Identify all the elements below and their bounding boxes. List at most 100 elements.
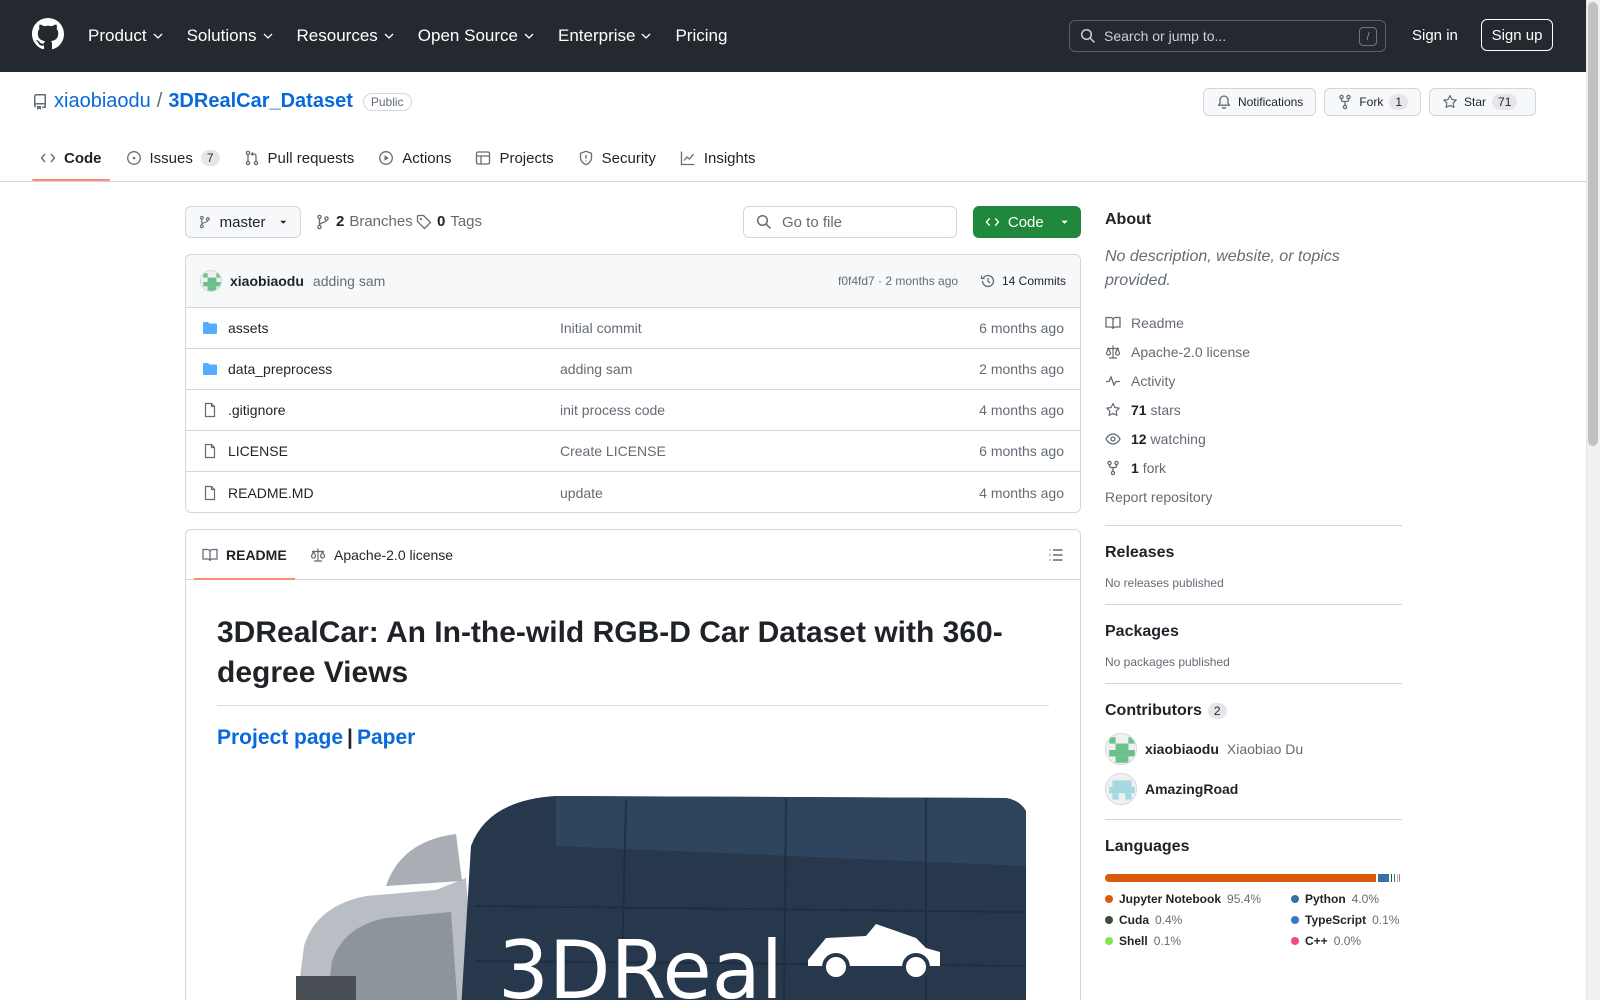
language-percent: 95.4%: [1227, 892, 1262, 906]
nav-enterprise[interactable]: Enterprise: [558, 26, 652, 46]
scrollbar-thumb[interactable]: [1588, 2, 1598, 446]
contributor-item[interactable]: xiaobiaodu Xiaobiao Du: [1105, 733, 1402, 765]
tabs-divider: [0, 181, 1586, 182]
avatar[interactable]: [1105, 773, 1137, 805]
tab-insights[interactable]: Insights: [672, 141, 764, 175]
file-name[interactable]: README.MD: [228, 485, 314, 501]
tags-count: 0: [437, 213, 446, 230]
divider: [1105, 525, 1402, 526]
commit-message[interactable]: adding sam: [313, 273, 385, 289]
nav-resources[interactable]: Resources: [297, 26, 395, 46]
sidebar-item-forks[interactable]: 1 fork: [1105, 453, 1402, 482]
packages-heading[interactable]: Packages: [1105, 623, 1402, 641]
nav-label: Pricing: [675, 26, 728, 45]
tab-code[interactable]: Code: [32, 141, 110, 181]
notifications-button[interactable]: Notifications: [1202, 88, 1317, 116]
search-placeholder: Search or jump to...: [1104, 28, 1227, 44]
tags-link[interactable]: 0 Tags: [416, 213, 482, 230]
fork-button[interactable]: Fork 1: [1324, 88, 1421, 116]
code-dropdown-button[interactable]: Code: [973, 206, 1081, 238]
file-commit-message[interactable]: init process code: [560, 402, 665, 418]
language-percent: 0.4%: [1155, 913, 1183, 927]
commit-hash-time[interactable]: f0f4fd7 · 2 months ago: [838, 274, 958, 288]
star-icon: [1443, 94, 1457, 108]
language-bar-segment: [1105, 874, 1376, 882]
language-item[interactable]: Shell 0.1%: [1105, 934, 1291, 948]
file-commit-message[interactable]: adding sam: [560, 361, 632, 377]
branch-name: master: [219, 213, 266, 231]
law-icon: [1105, 345, 1121, 359]
contributor-item[interactable]: AmazingRoad: [1105, 773, 1402, 805]
file-commit-message[interactable]: Initial commit: [560, 320, 642, 336]
contributor-name: Xiaobiao Du: [1226, 741, 1304, 757]
contributors-heading[interactable]: Contributors 2: [1105, 702, 1402, 720]
code-icon: [985, 217, 1000, 227]
list-outline-icon[interactable]: [1048, 547, 1064, 563]
nav-product[interactable]: Product: [88, 26, 164, 46]
star-button[interactable]: Star 71: [1429, 88, 1536, 116]
file-name[interactable]: .gitignore: [228, 402, 286, 418]
tab-projects[interactable]: Projects: [467, 141, 561, 175]
file-name[interactable]: assets: [228, 320, 268, 336]
language-item[interactable]: Python 4.0%: [1291, 892, 1401, 906]
tab-readme[interactable]: README: [194, 530, 295, 580]
nav-open-source[interactable]: Open Source: [418, 26, 535, 46]
releases-empty: No releases published: [1105, 576, 1224, 590]
avatar[interactable]: [1105, 733, 1137, 765]
releases-heading[interactable]: Releases: [1105, 544, 1402, 562]
paper-link[interactable]: Paper: [357, 726, 415, 749]
report-repository-link[interactable]: Report repository: [1105, 482, 1402, 511]
code-button-label: Code: [1007, 213, 1044, 231]
language-name: C++: [1305, 934, 1328, 948]
file-row[interactable]: README.MD update 4 months ago: [186, 472, 1080, 512]
sign-in-link[interactable]: Sign in: [1412, 27, 1458, 44]
readme-hero-image: 3DReal: [226, 786, 1026, 1000]
language-item[interactable]: Cuda 0.4%: [1105, 913, 1291, 927]
project-page-link[interactable]: Project page: [217, 726, 343, 749]
sidebar-item-license[interactable]: Apache-2.0 license: [1105, 337, 1402, 366]
file-row[interactable]: data_preprocess adding sam 2 months ago: [186, 349, 1080, 390]
sidebar-item-activity[interactable]: Activity: [1105, 366, 1402, 395]
file-row[interactable]: assets Initial commit 6 months ago: [186, 308, 1080, 349]
file-row[interactable]: .gitignore init process code 4 months ag…: [186, 390, 1080, 431]
forks-count: 1: [1131, 459, 1139, 476]
sidebar-item-watching[interactable]: 12 watching: [1105, 424, 1402, 453]
tab-actions[interactable]: Actions: [370, 141, 459, 175]
file-name[interactable]: LICENSE: [228, 443, 288, 459]
avatar[interactable]: [200, 270, 222, 292]
repo-name-link[interactable]: 3DRealCar_Dataset: [168, 90, 353, 113]
branches-count: 2: [336, 213, 345, 230]
page-scrollbar[interactable]: [1586, 0, 1600, 1000]
commits-link[interactable]: 14 Commits: [980, 273, 1066, 289]
branches-link[interactable]: 2 Branches: [315, 213, 413, 230]
watching-count: 12: [1131, 430, 1147, 447]
file-name[interactable]: data_preprocess: [228, 361, 332, 377]
file-commit-message[interactable]: Create LICENSE: [560, 443, 666, 459]
language-item[interactable]: TypeScript 0.1%: [1291, 913, 1401, 927]
file-row[interactable]: LICENSE Create LICENSE 6 months ago: [186, 431, 1080, 472]
branch-selector[interactable]: master: [185, 206, 301, 238]
file-date: 6 months ago: [979, 320, 1064, 336]
nav-solutions[interactable]: Solutions: [187, 26, 274, 46]
fork-icon: [1339, 94, 1352, 110]
sidebar-item-readme[interactable]: Readme: [1105, 308, 1402, 337]
language-color-dot: [1105, 916, 1113, 924]
file-commit-message[interactable]: update: [560, 485, 603, 501]
language-item[interactable]: C++ 0.0%: [1291, 934, 1401, 948]
tab-license[interactable]: Apache-2.0 license: [310, 530, 453, 579]
language-item[interactable]: Jupyter Notebook 95.4%: [1105, 892, 1291, 906]
search-input[interactable]: Search or jump to... /: [1069, 20, 1386, 52]
tab-security[interactable]: Security: [570, 141, 664, 175]
github-logo-icon[interactable]: [32, 18, 64, 50]
commit-author[interactable]: xiaobiaodu: [230, 273, 304, 289]
sign-up-button[interactable]: Sign up: [1481, 19, 1553, 51]
sidebar-item-stars[interactable]: 71 stars: [1105, 395, 1402, 424]
nav-label: Open Source: [417, 26, 518, 45]
repo-owner-link[interactable]: xiaobiaodu: [54, 90, 151, 113]
tab-label: Code: [64, 149, 102, 167]
go-to-file-input[interactable]: Go to file: [743, 206, 957, 238]
tab-issues[interactable]: Issues 7: [118, 141, 228, 175]
tab-pull-requests[interactable]: Pull requests: [236, 141, 363, 175]
chevron-down-icon: [384, 33, 394, 39]
nav-pricing[interactable]: Pricing: [675, 26, 727, 46]
